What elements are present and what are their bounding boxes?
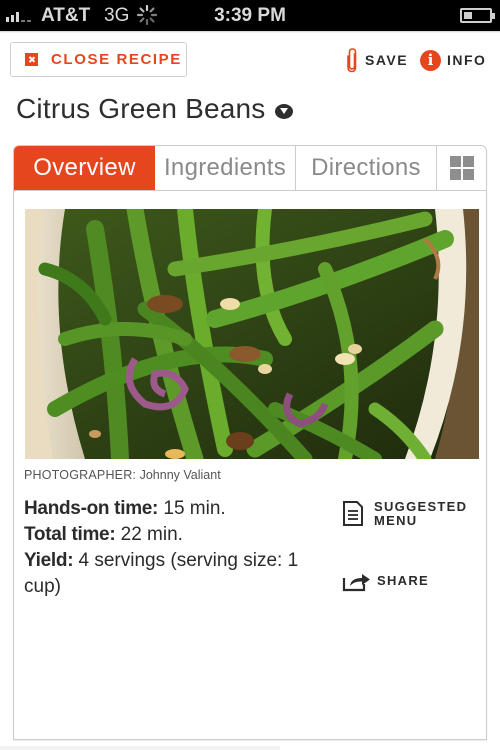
close-recipe-label: CLOSE RECIPE — [51, 51, 182, 68]
fact-hands-on-time: Hands-on time: 15 min. — [24, 496, 314, 522]
battery-level — [464, 12, 472, 19]
photographer-name: Johnny Valiant — [139, 468, 221, 482]
info-icon: i — [420, 49, 441, 71]
fact-total-time: Total time: 22 min. — [24, 522, 314, 548]
fact-label: Yield: — [24, 550, 74, 571]
photographer-label: PHOTOGRAPHER: — [24, 468, 137, 482]
recipe-card: Overview Ingredients Directions PHOTOGRA… — [13, 145, 487, 740]
paperclip-icon — [347, 48, 357, 73]
clock: 3:39 PM — [214, 5, 286, 26]
tab-grid-view[interactable] — [437, 146, 486, 190]
status-bar: AT&T 3G 3:39 PM — [0, 0, 500, 31]
grid-icon — [449, 156, 474, 180]
save-button[interactable]: SAVE — [345, 46, 408, 74]
battery-icon — [460, 8, 495, 23]
document-icon — [343, 501, 363, 526]
share-icon — [342, 574, 370, 592]
recipe-photo — [25, 209, 479, 459]
bottom-edge — [0, 746, 280, 750]
suggested-menu-label: SUGGESTED MENU — [374, 500, 467, 528]
save-label: SAVE — [365, 52, 409, 68]
recipe-facts: Hands-on time: 15 min. Total time: 22 mi… — [24, 496, 314, 600]
share-button[interactable]: SHARE — [342, 570, 429, 592]
fact-value: 22 min. — [120, 524, 183, 545]
close-icon — [25, 53, 38, 66]
info-label: INFO — [447, 52, 487, 68]
status-bar-shadow — [0, 31, 500, 33]
tab-ingredients[interactable]: Ingredients — [155, 146, 296, 190]
close-recipe-button[interactable]: CLOSE RECIPE — [10, 42, 187, 77]
tab-overview[interactable]: Overview — [14, 146, 155, 190]
fact-value: 15 min. — [163, 498, 226, 519]
fact-yield: Yield: 4 servings (serving size: 1 cup) — [24, 548, 314, 600]
fact-label: Hands-on time: — [24, 498, 159, 519]
tab-bar: Overview Ingredients Directions — [14, 146, 486, 191]
recipe-title-text: Citrus Green Beans — [16, 93, 266, 124]
share-label: SHARE — [377, 573, 430, 588]
suggested-menu-button[interactable]: SUGGESTED MENU — [342, 500, 467, 528]
suggested-menu-label-line1: SUGGESTED — [374, 499, 468, 514]
photographer-credit: PHOTOGRAPHER: Johnny Valiant — [24, 468, 221, 482]
tab-directions[interactable]: Directions — [296, 146, 437, 190]
fact-label: Total time: — [24, 524, 116, 545]
chevron-down-badge-icon[interactable] — [274, 103, 293, 119]
suggested-menu-label-line2: MENU — [374, 513, 418, 528]
info-button[interactable]: i INFO — [420, 48, 486, 72]
recipe-title: Citrus Green Beans — [16, 93, 293, 125]
